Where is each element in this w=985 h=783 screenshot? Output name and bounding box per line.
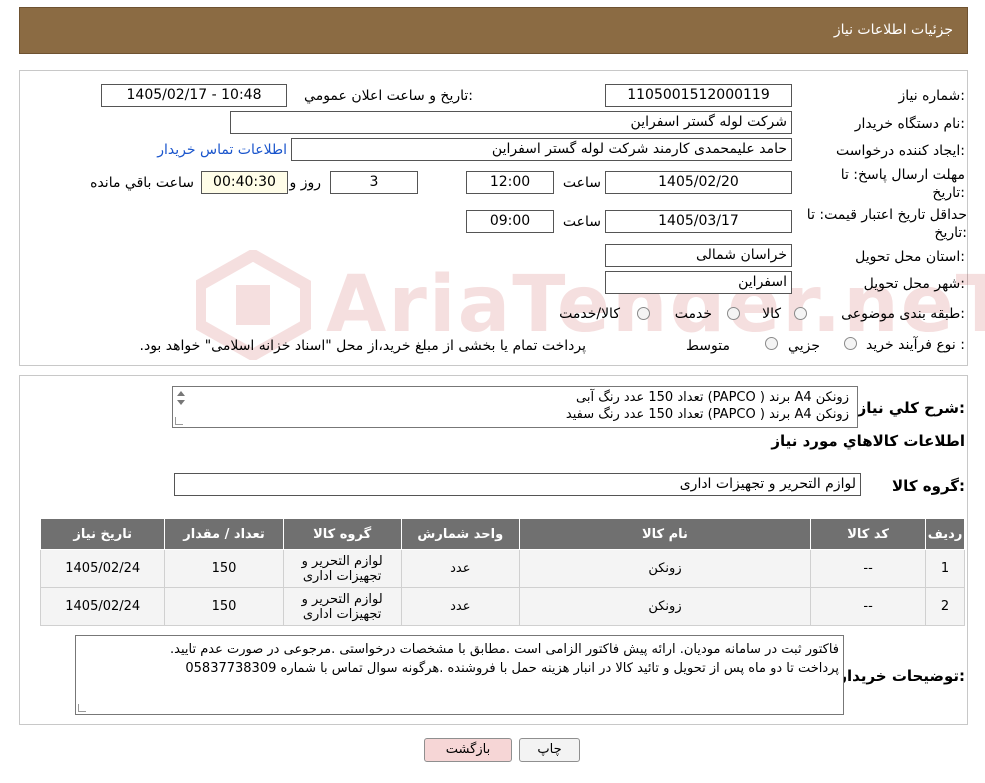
category-radio-goods[interactable]	[794, 307, 807, 320]
print-button[interactable]: چاپ	[519, 738, 580, 762]
process-payment-note: پرداخت تمام يا بخشی از مبلغ خريد،از محل …	[139, 338, 586, 354]
announce-datetime-field: 1405/02/17 - 10:48	[101, 84, 287, 107]
process-radio-medium[interactable]	[765, 337, 778, 350]
cell-item-code: --	[810, 587, 927, 626]
col-item-name: نام کالا	[518, 518, 812, 550]
cell-item-name: زونکن	[518, 587, 812, 626]
cell-unit: عدد	[400, 549, 520, 588]
deadline-time-label: ساعت	[562, 175, 601, 191]
creator-label: ایجاد کننده درخواست:	[836, 143, 965, 159]
category-radio-service[interactable]	[727, 307, 740, 320]
category-radio-goods-service[interactable]	[637, 307, 650, 320]
page-header: جزئیات اطلاعات نیاز	[19, 7, 968, 54]
cell-row-number: 2	[925, 587, 965, 626]
days-label: روز و	[289, 175, 322, 191]
table-row: 1 -- زونکن عدد لوازم التحرير و تجهيزات ا…	[39, 549, 965, 588]
cell-unit: عدد	[400, 587, 520, 626]
cell-quantity: 150	[164, 549, 284, 588]
province-field: خراسان شمالی	[605, 244, 792, 267]
col-need-date: تاريخ نياز	[39, 518, 166, 550]
category-label: طبقه بندی موضوعی:	[841, 306, 965, 322]
process-option-medium: متوسط	[686, 338, 730, 354]
goods-info-title: اطلاعات کالاهاي مورد نياز	[771, 432, 965, 450]
col-item-code: کد کالا	[810, 518, 927, 550]
process-radio-partial[interactable]	[844, 337, 857, 350]
buyer-notes-label: توضیحات خریدار:	[838, 667, 965, 685]
deadline-date-field: 1405/02/20	[605, 171, 792, 194]
category-option-goods-service: کالا/خدمت	[559, 306, 620, 322]
resize-grip-icon[interactable]	[175, 417, 183, 425]
process-option-partial: جزيي	[788, 338, 820, 354]
validity-time-label: ساعت	[562, 214, 601, 230]
col-unit: واحد شمارش	[400, 518, 520, 550]
summary-label: شرح کلي نياز:	[857, 399, 965, 417]
buyer-notes-line-1: فاکتور ثبت در سامانه مودیان. ارائه پیش ف…	[170, 642, 839, 657]
remaining-label: ساعت باقي مانده	[90, 175, 194, 191]
buyer-notes-textarea[interactable]: فاکتور ثبت در سامانه مودیان. ارائه پیش ف…	[75, 635, 844, 715]
need-number-field: 1105001512000119	[605, 84, 792, 107]
validity-label: حداقل تاريخ اعتبار قيمت: تا تاریخ:	[806, 207, 967, 241]
goods-group-field: لوازم التحرير و تجهيزات اداری	[174, 473, 861, 496]
cell-item-group: لوازم التحرير و تجهيزات اداری	[282, 549, 402, 588]
cell-need-date: 1405/02/24	[39, 549, 166, 588]
page-title: جزئیات اطلاعات نیاز	[833, 22, 953, 38]
remaining-time-field: 00:40:30	[201, 171, 288, 194]
category-option-service: خدمت	[674, 306, 712, 322]
items-table: رديف کد کالا نام کالا واحد شمارش گروه کا…	[39, 518, 965, 626]
buyer-contact-link[interactable]: اطلاعات تماس خریدار	[157, 141, 287, 159]
process-label: نوع فرآيند خريد :	[866, 337, 965, 353]
validity-time-field: 09:00	[466, 210, 554, 233]
scroll-up-icon[interactable]	[177, 391, 185, 396]
items-table-header: رديف کد کالا نام کالا واحد شمارش گروه کا…	[39, 518, 965, 550]
creator-field: حامد علیمحمدی کارمند شرکت لوله گستر اسفر…	[291, 138, 792, 161]
summary-line-1: زونکن A4 برند ( PAPCO) تعداد 150 عدد رنگ…	[576, 390, 849, 405]
col-quantity: تعداد / مقدار	[164, 518, 284, 550]
back-button[interactable]: بازگشت	[424, 738, 512, 762]
cell-need-date: 1405/02/24	[39, 587, 166, 626]
validity-date-field: 1405/03/17	[605, 210, 792, 233]
resize-grip-icon[interactable]	[78, 704, 86, 712]
buyer-label: نام دستگاه خريدار:	[854, 116, 965, 132]
cell-item-group: لوازم التحرير و تجهيزات اداری	[282, 587, 402, 626]
city-label: شهر محل تحویل:	[863, 276, 965, 292]
cell-quantity: 150	[164, 587, 284, 626]
col-row-number: رديف	[925, 518, 965, 550]
cell-item-name: زونکن	[518, 549, 812, 588]
announce-label: تاریخ و ساعت اعلان عمومي:	[304, 88, 473, 104]
buyer-notes-line-2: پرداخت تا دو ماه پس از تحویل و تائید کال…	[185, 661, 839, 676]
need-number-label: شماره نیاز:	[898, 88, 965, 104]
days-field: 3	[330, 171, 418, 194]
city-field: اسفراین	[605, 271, 792, 294]
category-option-goods: کالا	[762, 306, 781, 322]
buyer-field: شرکت لوله گستر اسفراین	[230, 111, 792, 134]
goods-group-label: گروه کالا:	[892, 477, 965, 495]
col-item-group: گروه کالا	[282, 518, 402, 550]
table-row: 2 -- زونکن عدد لوازم التحرير و تجهيزات ا…	[39, 587, 965, 626]
scroll-down-icon[interactable]	[177, 400, 185, 405]
cell-item-code: --	[810, 549, 927, 588]
deadline-time-field: 12:00	[466, 171, 554, 194]
cell-row-number: 1	[925, 549, 965, 588]
deadline-label: مهلت ارسال پاسخ: تا تاریخ:	[840, 167, 965, 201]
summary-line-2: زونکن A4 برند ( PAPCO) تعداد 150 عدد رنگ…	[565, 407, 849, 422]
summary-textarea[interactable]: زونکن A4 برند ( PAPCO) تعداد 150 عدد رنگ…	[172, 386, 858, 428]
province-label: استان محل تحویل:	[855, 249, 965, 265]
